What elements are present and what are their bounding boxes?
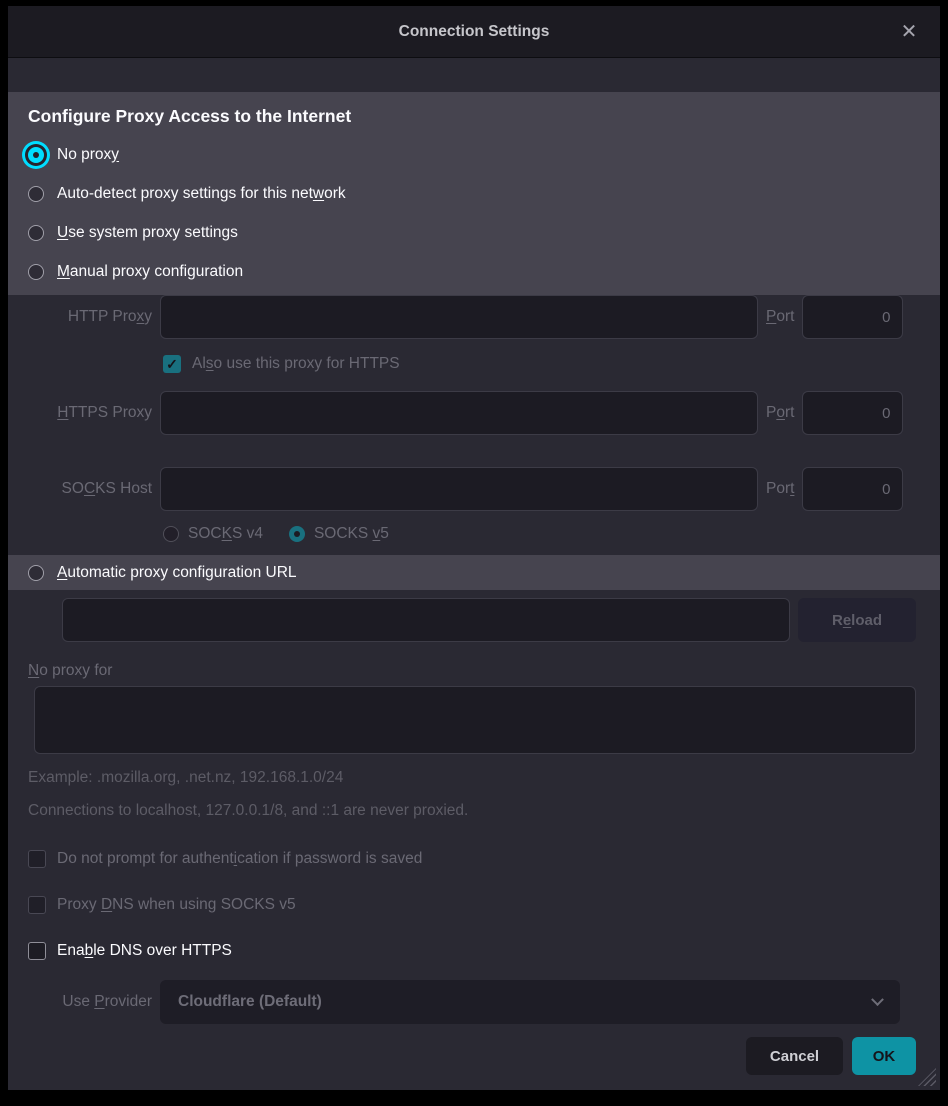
socks-version-group: SOCKS v4 SOCKS v5: [163, 522, 940, 546]
enable-doh-label: Enable DNS over HTTPS: [57, 942, 232, 960]
checkbox-checked-icon: ✓: [163, 355, 181, 373]
no-prompt-auth-label: Do not prompt for authentication if pass…: [57, 850, 422, 868]
radio-selected-icon: [28, 147, 44, 163]
radio-system-proxy-label: Use system proxy settings: [57, 224, 238, 242]
radio-icon: [28, 565, 44, 581]
socks-host-label: SOCKS Host: [8, 480, 160, 498]
dialog-footer: Cancel OK: [8, 1037, 940, 1075]
no-proxy-for-label: No proxy for: [28, 662, 940, 680]
radio-automatic-proxy-url[interactable]: Automatic proxy configuration URL: [8, 555, 940, 590]
https-proxy-row: HTTPS Proxy Port: [8, 391, 940, 435]
socks-host-input: [160, 467, 758, 511]
radio-icon: [28, 225, 44, 241]
reload-button: Reload: [798, 598, 916, 642]
https-port-label: Port: [766, 404, 794, 422]
automatic-proxy-url-label: Automatic proxy configuration URL: [57, 564, 297, 582]
also-https-label: Also use this proxy for HTTPS: [192, 355, 400, 373]
checkbox-icon: [28, 896, 46, 914]
radio-selected-icon: [289, 526, 305, 542]
close-icon: ✕: [901, 21, 918, 43]
no-proxy-example: Example: .mozilla.org, .net.nz, 192.168.…: [28, 767, 940, 788]
http-proxy-row: HTTP Proxy Port: [8, 295, 940, 339]
radio-system-proxy[interactable]: Use system proxy settings: [28, 213, 920, 252]
checkbox-proxy-dns-socks5: Proxy DNS when using SOCKS v5: [28, 893, 940, 917]
https-port-input: [802, 391, 903, 435]
radio-icon: [28, 264, 44, 280]
auto-url-row: Reload: [8, 598, 940, 642]
radio-no-proxy-label: No proxy: [57, 146, 119, 164]
proxy-mode-section: Configure Proxy Access to the Internet N…: [8, 92, 940, 295]
socks-host-row: SOCKS Host Port: [8, 467, 940, 511]
checkbox-enable-doh[interactable]: Enable DNS over HTTPS: [28, 939, 940, 963]
socks-port-input: [802, 467, 903, 511]
use-provider-label: Use Provider: [8, 993, 160, 1011]
no-proxy-for-textarea: [34, 686, 916, 754]
radio-icon: [28, 186, 44, 202]
radio-no-proxy[interactable]: No proxy: [28, 135, 920, 174]
checkbox-no-prompt-auth: Do not prompt for authentication if pass…: [28, 847, 940, 871]
http-port-input: [802, 295, 903, 339]
close-button[interactable]: ✕: [894, 6, 924, 58]
https-proxy-input: [160, 391, 758, 435]
radio-socks-v4: SOCKS v4: [163, 525, 263, 543]
connection-settings-dialog: Connection Settings ✕ Configure Proxy Ac…: [8, 6, 940, 1090]
proxy-dns-label: Proxy DNS when using SOCKS v5: [57, 896, 296, 914]
section-heading: Configure Proxy Access to the Internet: [28, 106, 920, 127]
ok-button[interactable]: OK: [852, 1037, 916, 1075]
socks-v4-label: SOCKS v4: [188, 525, 263, 543]
radio-icon: [163, 526, 179, 542]
localhost-note: Connections to localhost, 127.0.0.1/8, a…: [28, 800, 940, 821]
radio-auto-detect-label: Auto-detect proxy settings for this netw…: [57, 185, 346, 203]
dialog-title: Connection Settings: [399, 23, 550, 41]
chevron-down-icon: [871, 993, 884, 1006]
socks-v5-label: SOCKS v5: [314, 525, 389, 543]
https-proxy-label: HTTPS Proxy: [8, 404, 160, 422]
http-port-label: Port: [766, 308, 794, 326]
radio-auto-detect[interactable]: Auto-detect proxy settings for this netw…: [28, 174, 920, 213]
radio-socks-v5: SOCKS v5: [289, 525, 389, 543]
radio-manual-proxy-label: Manual proxy configuration: [57, 263, 243, 281]
radio-manual-proxy[interactable]: Manual proxy configuration: [28, 252, 920, 291]
dialog-titlebar: Connection Settings ✕: [8, 6, 940, 58]
http-proxy-label: HTTP Proxy: [8, 308, 160, 326]
checkbox-icon: [28, 942, 46, 960]
cancel-button[interactable]: Cancel: [746, 1037, 843, 1075]
provider-row: Use Provider Cloudflare (Default): [8, 980, 940, 1024]
socks-port-label: Port: [766, 480, 794, 498]
options-group: Do not prompt for authentication if pass…: [8, 847, 940, 963]
checkbox-icon: [28, 850, 46, 868]
provider-selected-value: Cloudflare (Default): [178, 993, 322, 1011]
provider-dropdown: Cloudflare (Default): [160, 980, 900, 1024]
http-proxy-input: [160, 295, 758, 339]
auto-url-input: [62, 598, 790, 642]
checkbox-also-https: ✓ Also use this proxy for HTTPS: [163, 352, 940, 376]
